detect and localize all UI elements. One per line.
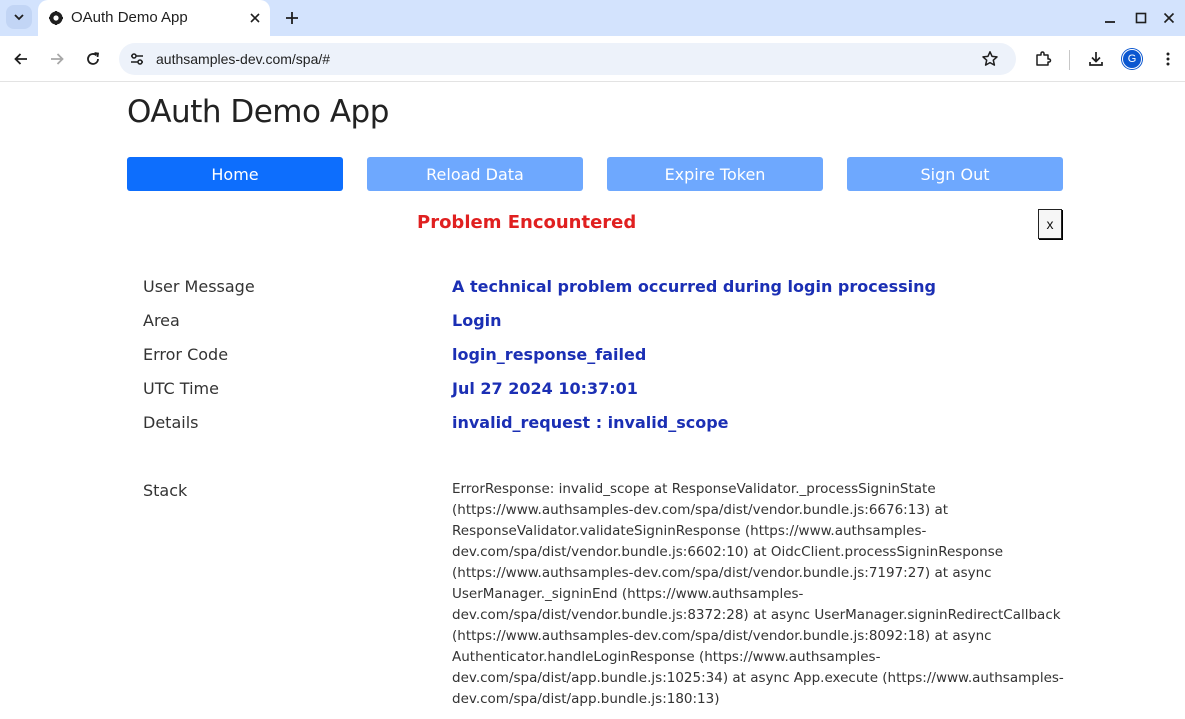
site-info-icon[interactable] bbox=[127, 49, 147, 69]
field-value-utc-time: Jul 27 2024 10:37:01 bbox=[452, 379, 638, 398]
field-label-details: Details bbox=[143, 413, 199, 432]
minimize-button[interactable] bbox=[1098, 6, 1122, 30]
close-window-button[interactable] bbox=[1157, 6, 1181, 30]
browser-toolbar: authsamples-dev.com/spa/# G bbox=[0, 36, 1185, 82]
extensions-button[interactable] bbox=[1029, 45, 1057, 73]
sign-out-button[interactable]: Sign Out bbox=[847, 157, 1063, 191]
field-value-area: Login bbox=[452, 311, 502, 330]
puzzle-icon bbox=[1036, 51, 1052, 66]
minimize-icon bbox=[1105, 21, 1115, 23]
reload-button[interactable] bbox=[79, 45, 107, 73]
field-value-user-message: A technical problem occurred during logi… bbox=[452, 277, 936, 296]
stack-line: dev.com/spa/dist/vendor.bundle.js:8372:2… bbox=[452, 607, 1061, 623]
toolbar-separator bbox=[1069, 50, 1070, 70]
field-label-user-message: User Message bbox=[143, 277, 255, 296]
maximize-icon bbox=[1135, 12, 1147, 24]
tab-close-icon[interactable] bbox=[245, 8, 265, 28]
forward-button[interactable] bbox=[43, 45, 71, 73]
page-title: OAuth Demo App bbox=[127, 94, 389, 130]
field-label-error-code: Error Code bbox=[143, 345, 229, 364]
error-close-button[interactable]: x bbox=[1038, 209, 1062, 239]
more-vertical-icon bbox=[1166, 52, 1170, 66]
stack-line: dev.com/spa/dist/vendor.bundle.js:6602:1… bbox=[452, 544, 1004, 560]
download-icon bbox=[1089, 52, 1103, 66]
new-tab-button[interactable] bbox=[280, 6, 304, 30]
field-label-stack: Stack bbox=[143, 481, 188, 500]
stack-line: (https://www.authsamples-dev.com/spa/dis… bbox=[452, 565, 992, 581]
stack-line: dev.com/spa/dist/app.bundle.js:180:13) bbox=[452, 691, 720, 707]
stack-line: (https://www.authsamples-dev.com/spa/dis… bbox=[452, 502, 949, 518]
close-icon bbox=[1163, 12, 1175, 24]
stack-line: UserManager._signinEnd (https://www.auth… bbox=[452, 586, 804, 602]
bookmark-star-icon[interactable] bbox=[979, 48, 1001, 70]
app-favicon-icon bbox=[48, 10, 64, 26]
arrow-right-icon bbox=[51, 53, 64, 65]
url-text: authsamples-dev.com/spa/# bbox=[156, 51, 331, 67]
maximize-button[interactable] bbox=[1129, 6, 1153, 30]
field-label-utc-time: UTC Time bbox=[143, 379, 219, 398]
reload-data-button[interactable]: Reload Data bbox=[367, 157, 583, 191]
browser-tab-active[interactable]: OAuth Demo App bbox=[38, 0, 270, 36]
field-value-details: invalid_request : invalid_scope bbox=[452, 413, 729, 432]
tab-title: OAuth Demo App bbox=[71, 9, 188, 26]
reload-icon bbox=[87, 52, 100, 65]
stack-line: Authenticator.handleLoginResponse (https… bbox=[452, 649, 881, 665]
home-button[interactable]: Home bbox=[127, 157, 343, 191]
stack-line: ResponseValidator.validateSigninResponse… bbox=[452, 523, 927, 539]
error-title: Problem Encountered bbox=[417, 212, 637, 233]
stack-line: ErrorResponse: invalid_scope at Response… bbox=[452, 481, 936, 497]
stack-line: (https://www.authsamples-dev.com/spa/dis… bbox=[452, 628, 992, 644]
back-button[interactable] bbox=[7, 45, 35, 73]
stack-trace: ErrorResponse: invalid_scope at Response… bbox=[452, 479, 1064, 710]
downloads-button[interactable] bbox=[1082, 45, 1110, 73]
expire-token-button[interactable]: Expire Token bbox=[607, 157, 823, 191]
tab-search-button[interactable] bbox=[6, 5, 32, 29]
plus-icon bbox=[286, 12, 298, 24]
field-label-area: Area bbox=[143, 311, 180, 330]
stack-line: dev.com/spa/dist/app.bundle.js:1025:34) … bbox=[452, 670, 1064, 686]
field-value-error-code: login_response_failed bbox=[452, 345, 647, 364]
browser-menu-button[interactable] bbox=[1154, 45, 1182, 73]
address-bar[interactable]: authsamples-dev.com/spa/# bbox=[119, 43, 1016, 75]
arrow-left-icon bbox=[14, 53, 27, 65]
chevron-down-icon bbox=[14, 14, 24, 21]
profile-avatar[interactable]: G bbox=[1122, 49, 1142, 69]
browser-tabstrip: OAuth Demo App bbox=[0, 0, 1185, 36]
